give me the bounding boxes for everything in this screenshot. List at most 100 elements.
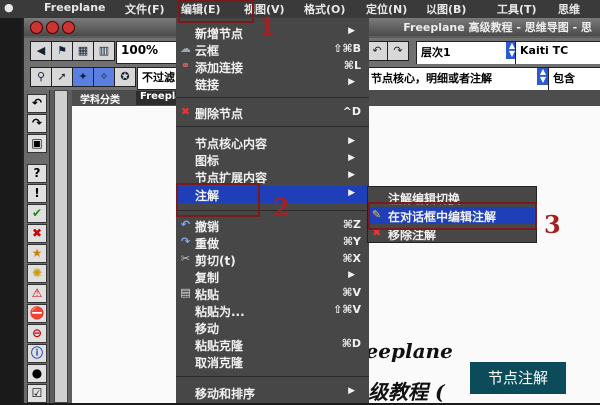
info-icon[interactable]: ⓘ <box>27 344 47 363</box>
close-window-button[interactable] <box>30 21 43 34</box>
menu-item-label: 链接 <box>195 78 220 92</box>
zoom-window-button[interactable] <box>62 21 75 34</box>
submenu-arrow-icon: ▶ <box>348 170 355 180</box>
pin-icon[interactable]: ⚲ <box>30 67 52 87</box>
menubar-map[interactable]: 以图(B) <box>426 1 466 17</box>
search-field-select[interactable]: 节点核心，明细或者注解 ▲ ▼ <box>366 67 550 92</box>
match-option-value: 包含 <box>553 72 575 85</box>
back-arrow-icon[interactable]: ↶ <box>366 41 388 61</box>
step-number-2: 2 <box>273 193 290 222</box>
checkmark-icon[interactable]: ✔ <box>27 204 47 223</box>
font-select[interactable]: Kaiti TC <box>515 41 600 66</box>
tab-subject-classification[interactable]: 学科分类 <box>76 91 124 106</box>
menu-separator <box>176 97 369 98</box>
highlight-box-edit-menu <box>178 0 254 23</box>
menu-item-label: 节点核心内容 <box>195 137 268 151</box>
menu-item-cloud[interactable]: ☁ 云框 ⇧⌘B <box>176 41 369 58</box>
root-node-subtitle[interactable]: 级教程 ( <box>368 376 444 405</box>
exclamation-icon[interactable]: ! <box>27 184 47 203</box>
scissors-icon: ✂ <box>180 252 191 265</box>
menu-item-paste-as[interactable]: 粘贴为... ⇧⌘V <box>176 302 369 319</box>
menubar-tools[interactable]: 工具(T) <box>497 1 537 17</box>
window-title: Freeplane 高级教程 - 思维导图 - 思 <box>403 21 592 34</box>
bomb-icon[interactable]: ● <box>27 364 47 383</box>
menu-item-link[interactable]: 链接 ▶ <box>176 75 369 92</box>
menu-item-paste-clone[interactable]: 粘贴克隆 ⌘D <box>176 336 369 353</box>
bulb-icon[interactable]: ✺ <box>27 264 47 283</box>
menu-item-label: 粘贴为... <box>195 305 245 319</box>
root-node-title[interactable]: reeplane <box>355 339 453 363</box>
menu-item-label: 粘贴 <box>195 288 220 302</box>
node-note-label[interactable]: 节点注解 <box>470 362 566 394</box>
grid-icon[interactable]: ▦ <box>72 41 94 61</box>
menu-item-icons[interactable]: 图标 ▶ <box>176 151 369 168</box>
menu-item-add-connector[interactable]: ⚭ 添加连接 ⌘L <box>176 58 369 75</box>
highlight-box-edit-in-dialog <box>368 202 537 230</box>
cloud-icon: ☁ <box>180 42 191 55</box>
icon-toolbar: ↶ ↷ ▣ ? ! ✔ ✖ ★ ✺ ⚠ ⛔ ⊖ ⓘ ● ☑ <box>24 90 50 403</box>
menubar-app-name[interactable]: Freeplane <box>44 1 106 14</box>
font-select-value: Kaiti TC <box>520 44 569 57</box>
filter-select-icon[interactable]: ✦ <box>72 67 94 87</box>
filter-tool-icon[interactable]: ✧ <box>93 67 115 87</box>
menu-item-shortcut: ⌘V <box>342 286 361 299</box>
menu-item-label: 删除节点 <box>195 107 244 121</box>
level-select[interactable]: 层次1 ▲ ▼ <box>416 41 519 66</box>
menu-item-label: 剪切(t) <box>195 254 236 268</box>
apple-icon[interactable]: ● <box>4 1 14 14</box>
submenu-arrow-icon: ▶ <box>348 136 355 146</box>
search-field-value: 节点核心，明细或者注解 <box>371 72 492 85</box>
menu-item-label: 粘贴克隆 <box>195 339 244 353</box>
menubar-mindmap[interactable]: 思维 <box>558 1 580 17</box>
menu-separator <box>176 126 369 127</box>
menu-item-redo[interactable]: ↷ 重做 ⌘Y <box>176 234 369 251</box>
redo-icon[interactable]: ↷ <box>27 114 47 133</box>
submenu-arrow-icon: ▶ <box>348 153 355 163</box>
undo-icon: ↶ <box>180 218 191 231</box>
undo-filter-icon[interactable]: ✪ <box>114 67 136 87</box>
menu-item-move[interactable]: 移动 <box>176 319 369 336</box>
submenu-arrow-icon: ▶ <box>348 188 355 198</box>
menubar-file[interactable]: 文件(F) <box>125 1 165 17</box>
cross-icon[interactable]: ✖ <box>27 224 47 243</box>
menu-item-shortcut: ⌘L <box>343 59 361 72</box>
stop-icon[interactable]: ⛔ <box>27 304 47 323</box>
menu-item-cut[interactable]: ✂ 剪切(t) ⌘X <box>176 251 369 268</box>
menu-separator <box>176 376 369 377</box>
warning-icon[interactable]: ⚠ <box>27 284 47 303</box>
no-entry-icon[interactable]: ⊖ <box>27 324 47 343</box>
flag-icon[interactable]: ⚑ <box>51 41 73 61</box>
menu-item-shortcut: ⌘X <box>342 252 361 265</box>
menu-item-label: 添加连接 <box>195 61 244 75</box>
undo-icon[interactable]: ↶ <box>27 94 47 113</box>
menu-item-copy[interactable]: 复制 ▶ <box>176 268 369 285</box>
star-icon[interactable]: ★ <box>27 244 47 263</box>
menu-item-node-core[interactable]: 节点核心内容 ▶ <box>176 134 369 151</box>
menubar-format[interactable]: 格式(O) <box>304 1 345 17</box>
menubar-navigate[interactable]: 定位(N) <box>366 1 407 17</box>
submenu-arrow-icon: ▶ <box>348 26 355 36</box>
menu-item-label: 新增节点 <box>195 27 244 41</box>
menu-item-delete-node[interactable]: ✖ 删除节点 ^D <box>176 104 369 121</box>
menu-item-move-and-sort[interactable]: 移动和排序 ▶ <box>176 384 369 401</box>
pointer-icon[interactable]: ➚ <box>51 67 73 87</box>
minimize-window-button[interactable] <box>46 21 59 34</box>
checkbox-icon[interactable]: ☑ <box>27 384 47 403</box>
menu-item-paste[interactable]: ▤ 粘贴 ⌘V <box>176 285 369 302</box>
submenu-arrow-icon: ▶ <box>348 386 355 396</box>
redo-icon: ↷ <box>180 235 191 248</box>
question-icon[interactable]: ? <box>27 164 47 183</box>
menu-item-remove-clone[interactable]: 取消克隆 <box>176 353 369 370</box>
speaker-icon[interactable]: ◀ <box>30 41 52 61</box>
vertical-scrollbar[interactable] <box>54 90 68 403</box>
match-option-select[interactable]: 包含 <box>548 67 600 92</box>
menu-item-label: 复制 <box>195 271 220 285</box>
panel-icon[interactable]: ▥ <box>93 41 115 61</box>
delete-icon: ✖ <box>180 105 191 118</box>
trash-icon[interactable]: ▣ <box>27 134 47 153</box>
menu-item-label: 取消克隆 <box>195 356 244 370</box>
submenu-arrow-icon: ▶ <box>348 270 355 280</box>
menu-item-label: 云框 <box>195 44 220 58</box>
menu-item-shortcut: ⌘Y <box>342 235 361 248</box>
forward-arrow-icon[interactable]: ↷ <box>387 41 409 61</box>
